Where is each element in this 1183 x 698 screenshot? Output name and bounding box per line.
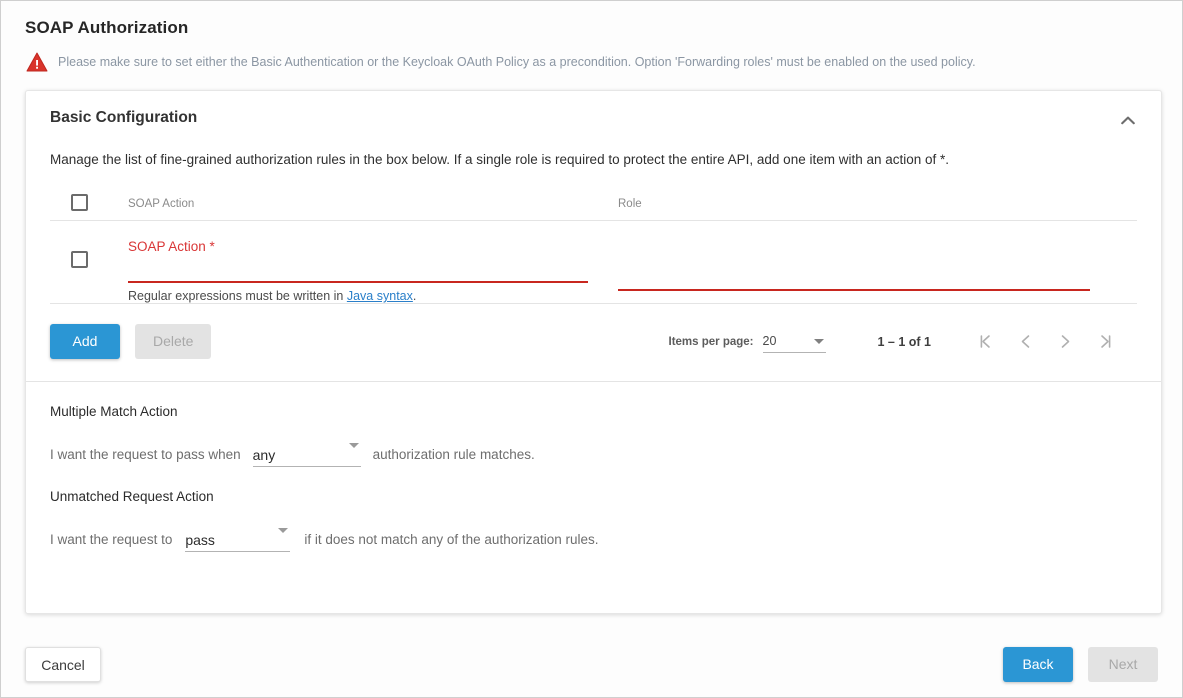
unmatched-request-action-section: Unmatched Request Action I want the requ…	[26, 467, 1161, 552]
items-per-page-value: 20	[763, 334, 777, 348]
last-page-icon[interactable]	[1085, 327, 1125, 357]
column-header-label: Role	[618, 198, 642, 210]
authorization-rules-table: SOAP Action Role SOAP Action *	[50, 185, 1137, 304]
hint-suffix: .	[413, 289, 416, 303]
soap-action-input[interactable]	[128, 259, 588, 283]
table-header-row: SOAP Action Role	[50, 185, 1137, 221]
page-title: SOAP Authorization	[1, 1, 1182, 38]
intro-text: Manage the list of fine-grained authoriz…	[50, 133, 1137, 169]
add-button[interactable]: Add	[50, 324, 120, 359]
next-page-icon[interactable]	[1045, 327, 1085, 357]
multiple-match-text-after: authorization rule matches.	[373, 447, 535, 462]
delete-button: Delete	[135, 324, 211, 359]
unmatched-request-text-after: if it does not match any of the authoriz…	[304, 532, 598, 547]
unmatched-request-title: Unmatched Request Action	[50, 467, 1137, 504]
multiple-match-text-before: I want the request to pass when	[50, 447, 241, 462]
chevron-down-icon	[814, 339, 824, 344]
page-range-label: 1 – 1 of 1	[878, 335, 932, 349]
table-action-bar: Add Delete Items per page: 20 1 – 1 of 1	[50, 304, 1137, 381]
multiple-match-select-value: any	[253, 447, 276, 466]
multiple-match-select[interactable]: any	[253, 441, 361, 467]
soap-authorization-page: SOAP Authorization Please make sure to s…	[0, 0, 1183, 698]
column-header-role: Role	[618, 194, 1137, 212]
basic-configuration-card: Basic Configuration Manage the list of f…	[25, 90, 1162, 614]
unmatched-request-text-before: I want the request to	[50, 532, 172, 547]
soap-action-field: SOAP Action * Regular expressions must b…	[128, 221, 618, 303]
role-input[interactable]	[618, 267, 1090, 291]
previous-page-icon[interactable]	[1005, 327, 1045, 357]
warning-banner: Please make sure to set either the Basic…	[1, 38, 1182, 72]
soap-action-cell: SOAP Action * Regular expressions must b…	[128, 221, 618, 303]
items-per-page-label: Items per page:	[669, 336, 754, 348]
chevron-down-icon	[349, 443, 359, 448]
soap-action-hint: Regular expressions must be written in J…	[128, 283, 618, 303]
row-select-cell	[50, 221, 128, 268]
first-page-icon[interactable]	[965, 327, 1005, 357]
column-header-label: SOAP Action	[128, 198, 194, 210]
multiple-match-title: Multiple Match Action	[50, 382, 1137, 419]
paginator: Items per page: 20 1 – 1 of 1	[669, 327, 1138, 357]
multiple-match-action-section: Multiple Match Action I want the request…	[26, 382, 1161, 467]
card-body: Manage the list of fine-grained authoriz…	[26, 133, 1161, 381]
footer-right-buttons: Back Next	[1003, 647, 1158, 682]
card-header: Basic Configuration	[26, 91, 1161, 133]
java-syntax-link[interactable]: Java syntax	[347, 289, 413, 303]
unmatched-request-sentence: I want the request to pass if it does no…	[50, 504, 1137, 552]
card-title: Basic Configuration	[50, 109, 197, 127]
table-row: SOAP Action * Regular expressions must b…	[50, 221, 1137, 304]
warning-triangle-icon	[26, 52, 48, 72]
next-button: Next	[1088, 647, 1158, 682]
items-per-page-select[interactable]: 20	[763, 331, 826, 353]
role-field	[618, 221, 1129, 291]
column-header-soap-action: SOAP Action	[128, 194, 618, 212]
page-footer: Cancel Back Next	[1, 631, 1182, 697]
cancel-button[interactable]: Cancel	[25, 647, 101, 682]
unmatched-request-select-value: pass	[185, 532, 215, 551]
multiple-match-sentence: I want the request to pass when any auth…	[50, 419, 1137, 467]
hint-prefix: Regular expressions must be written in	[128, 289, 347, 303]
select-all-checkbox[interactable]	[71, 194, 88, 211]
row-select-checkbox[interactable]	[71, 251, 88, 268]
back-button[interactable]: Back	[1003, 647, 1073, 682]
soap-action-label: SOAP Action *	[128, 239, 618, 255]
select-all-cell	[50, 194, 128, 211]
unmatched-request-select[interactable]: pass	[185, 526, 290, 552]
chevron-up-icon[interactable]	[1115, 107, 1141, 133]
warning-message: Please make sure to set either the Basic…	[58, 54, 976, 70]
chevron-down-icon	[278, 528, 288, 533]
role-cell	[618, 221, 1137, 291]
